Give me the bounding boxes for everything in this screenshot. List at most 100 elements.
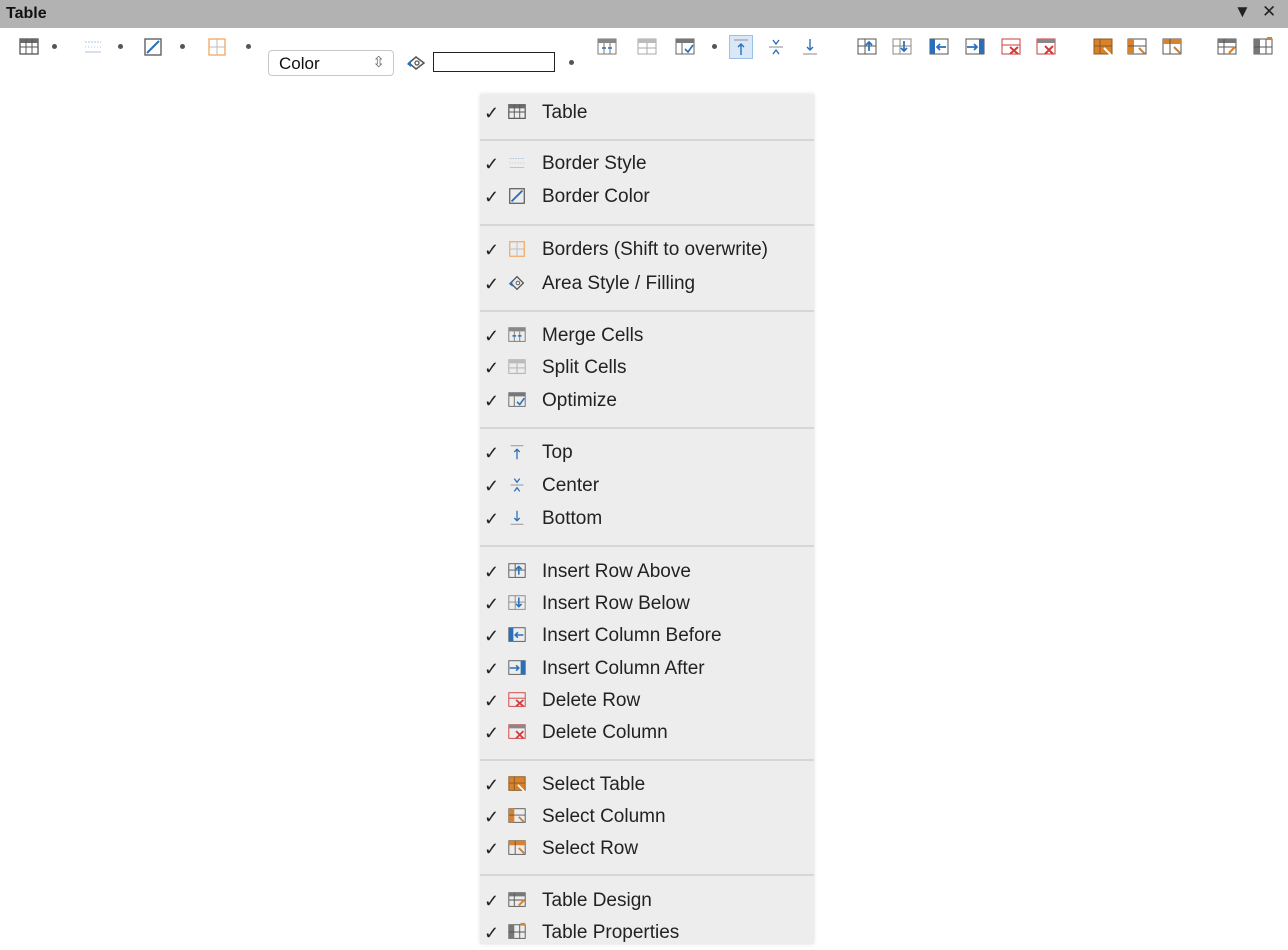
menu-item-label: Bottom (542, 508, 603, 529)
table-icon (507, 102, 527, 122)
optimize-icon[interactable] (674, 36, 696, 58)
toolbar-dropdown-arrow[interactable] (118, 44, 123, 49)
menu-item-insert-row-above[interactable]: ✓ Insert Row Above (480, 559, 814, 589)
select-table-icon (507, 774, 527, 794)
checkmark-icon: ✓ (484, 691, 500, 711)
menu-item-delete-column[interactable]: ✓ Delete Column (480, 720, 814, 750)
menu-item-label: Table Properties (542, 922, 680, 943)
checkmark-icon: ✓ (484, 326, 500, 346)
align-center-icon[interactable] (765, 36, 787, 58)
toolbar-dropdown-arrow[interactable] (246, 44, 251, 49)
delete-row-icon[interactable] (1000, 36, 1022, 58)
checkmark-icon: ✓ (484, 594, 500, 614)
checkmark-icon: ✓ (484, 274, 500, 294)
insert-row-below-icon[interactable] (891, 36, 913, 58)
table-design-icon[interactable] (1216, 36, 1238, 58)
select-table-icon[interactable] (1092, 36, 1114, 58)
menu-item-insert-column-before[interactable]: ✓ Insert Column Before (480, 623, 814, 653)
menu-item-insert-row-below[interactable]: ✓ Insert Row Below (480, 591, 814, 621)
menu-item-label: Table (542, 102, 588, 123)
menu-item-label: Optimize (542, 390, 617, 411)
menu-item-label: Borders (Shift to overwrite) (542, 239, 768, 260)
toolbar-dropdown-arrow[interactable] (180, 44, 185, 49)
area-fill-icon[interactable] (405, 53, 429, 73)
menu-item-label: Border Color (542, 186, 650, 207)
menu-item-label: Merge Cells (542, 325, 644, 346)
borders-icon[interactable] (206, 36, 228, 58)
checkmark-icon: ✓ (484, 626, 500, 646)
delete-column-icon (507, 722, 527, 742)
menu-item-label: Delete Row (542, 690, 641, 711)
menu-separator (480, 310, 814, 312)
merge-cells-icon[interactable] (596, 36, 618, 58)
insert-row-above-icon[interactable] (856, 36, 878, 58)
table-properties-icon[interactable] (1252, 36, 1274, 58)
menu-item-optimize[interactable]: ✓ Optimize (480, 388, 814, 418)
toolbar-dropdown-arrow[interactable] (712, 44, 717, 49)
menu-item-table-properties[interactable]: ✓ Table Properties (480, 920, 814, 950)
menu-item-split-cells[interactable]: ✓ Split Cells (480, 355, 814, 385)
fill-color-box[interactable] (433, 52, 555, 72)
menu-item-top[interactable]: ✓ Top (480, 440, 814, 470)
table-icon[interactable] (18, 36, 40, 58)
checkmark-icon: ✓ (484, 723, 500, 743)
menu-item-bottom[interactable]: ✓ Bottom (480, 506, 814, 536)
menu-item-center[interactable]: ✓ Center (480, 473, 814, 503)
menu-item-label: Select Table (542, 774, 646, 795)
border-style-icon[interactable] (82, 36, 104, 58)
menu-item-border-color[interactable]: ✓ Border Color (480, 184, 814, 214)
menu-item-borders-shift-to-overwrite[interactable]: ✓ Borders (Shift to overwrite) (480, 237, 814, 267)
checkmark-icon: ✓ (484, 187, 500, 207)
checkmark-icon: ✓ (484, 807, 500, 827)
menu-item-area-style-filling[interactable]: ✓ Area Style / Filling (480, 271, 814, 301)
border-color-icon[interactable] (142, 36, 164, 58)
menu-item-table[interactable]: ✓ Table (480, 100, 814, 130)
menu-item-select-column[interactable]: ✓ Select Column (480, 804, 814, 834)
menu-item-delete-row[interactable]: ✓ Delete Row (480, 688, 814, 718)
menu-item-select-table[interactable]: ✓ Select Table (480, 772, 814, 802)
insert-column-after-icon (507, 658, 527, 678)
select-column-icon (507, 806, 527, 826)
checkmark-icon: ✓ (484, 154, 500, 174)
menu-item-merge-cells[interactable]: ✓ Merge Cells (480, 323, 814, 353)
delete-column-icon[interactable] (1035, 36, 1057, 58)
fill-color-dropdown[interactable] (569, 60, 574, 65)
area-style-select[interactable]: Color ⇳ (268, 50, 394, 76)
menu-item-border-style[interactable]: ✓ Border Style (480, 151, 814, 181)
menu-item-table-design[interactable]: ✓ Table Design (480, 888, 814, 918)
checkmark-icon: ✓ (484, 839, 500, 859)
checkmark-icon: ✓ (484, 103, 500, 123)
menu-item-insert-column-after[interactable]: ✓ Insert Column After (480, 656, 814, 686)
select-row-icon[interactable] (1161, 36, 1183, 58)
checkmark-icon: ✓ (484, 562, 500, 582)
close-toolbar-icon[interactable]: ✕ (1262, 2, 1276, 22)
align-top-icon[interactable] (729, 35, 753, 59)
toolbar-dropdown-arrow[interactable] (52, 44, 57, 49)
border-color-icon (507, 186, 527, 206)
menu-separator (480, 759, 814, 761)
checkmark-icon: ✓ (484, 891, 500, 911)
menu-item-label: Area Style / Filling (542, 273, 696, 294)
insert-column-after-icon[interactable] (964, 36, 986, 58)
menu-item-select-row[interactable]: ✓ Select Row (480, 836, 814, 866)
menu-separator (480, 224, 814, 226)
checkmark-icon: ✓ (484, 775, 500, 795)
table-design-icon (507, 890, 527, 910)
checkmark-icon: ✓ (484, 240, 500, 260)
menu-item-label: Insert Column After (542, 658, 705, 679)
select-column-icon[interactable] (1126, 36, 1148, 58)
insert-column-before-icon (507, 625, 527, 645)
toolbar-options-dropdown-icon[interactable]: ▼ (1234, 2, 1251, 22)
area-style-value: Color (279, 54, 320, 73)
split-cells-icon[interactable] (636, 36, 658, 58)
checkmark-icon: ✓ (484, 476, 500, 496)
table-properties-icon (507, 922, 527, 942)
toolbar-title-bar: Table ▼ ✕ (0, 0, 1288, 28)
menu-separator (480, 427, 814, 429)
align-bottom-icon[interactable] (799, 36, 821, 58)
insert-column-before-icon[interactable] (928, 36, 950, 58)
menu-separator (480, 139, 814, 141)
menu-item-label: Insert Row Above (542, 561, 691, 582)
menu-item-label: Split Cells (542, 357, 627, 378)
insert-row-below-icon (507, 593, 527, 613)
